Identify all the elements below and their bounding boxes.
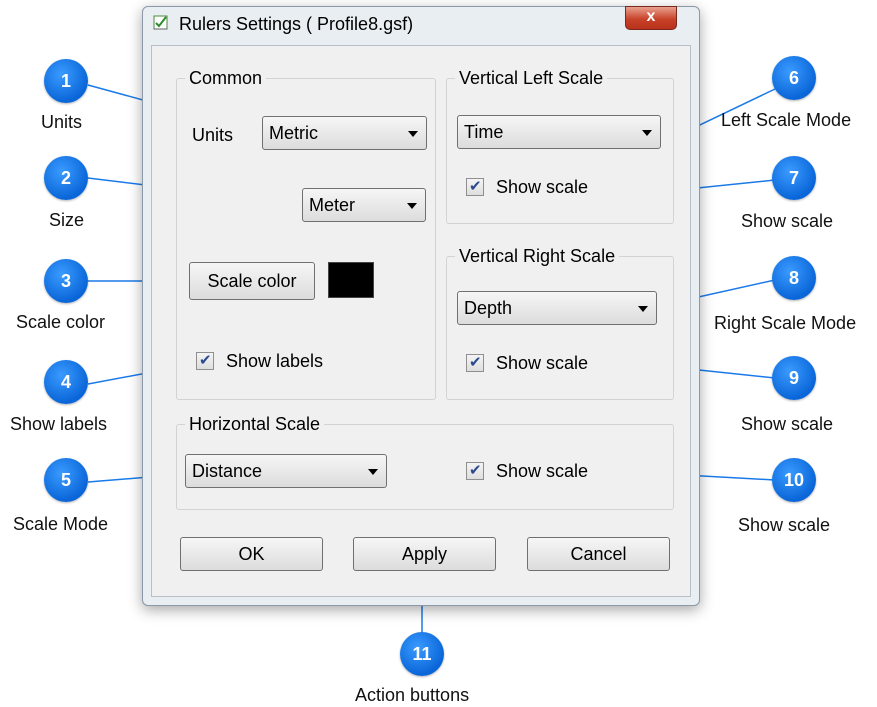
horizontal-scale-title: Horizontal Scale	[185, 414, 325, 434]
ok-button[interactable]: OK	[180, 537, 323, 571]
right-show-scale-checkbox[interactable]: ✔	[466, 354, 484, 372]
callout-caption-10: Show scale	[738, 515, 831, 535]
callout-badge-10: 10	[772, 458, 816, 502]
horizontal-scale-mode-value: Distance	[192, 461, 263, 481]
chevron-down-icon	[408, 131, 418, 137]
check-icon: ✔	[199, 352, 212, 369]
chevron-down-icon	[407, 203, 417, 209]
callout-badge-2: 2	[44, 156, 88, 200]
callout-badge-7: 7	[772, 156, 816, 200]
left-scale-mode-value: Time	[464, 122, 504, 142]
size-value: Meter	[309, 195, 356, 215]
scale-color-button[interactable]: Scale color	[189, 262, 315, 300]
chevron-down-icon	[368, 469, 378, 475]
rulers-settings-dialog: Rulers Settings ( Profile8.gsf) x Common…	[142, 6, 700, 606]
dialog-title: Rulers Settings ( Profile8.gsf)	[179, 14, 414, 34]
callout-caption-7: Show scale	[741, 211, 834, 231]
callout-caption-4: Show labels	[10, 414, 108, 434]
callout-caption-9: Show scale	[741, 414, 834, 434]
apply-button[interactable]: Apply	[353, 537, 496, 571]
dialog-client-area: Common Units Metric Meter Scale color ✔ …	[151, 45, 691, 597]
callout-caption-2: Size	[49, 210, 85, 230]
callout-badge-6: 6	[772, 56, 816, 100]
horizontal-scale-group: Horizontal Scale Distance ✔ Show scale	[176, 414, 674, 510]
show-labels-label: Show labels	[226, 351, 324, 371]
cancel-button[interactable]: Cancel	[527, 537, 670, 571]
horizontal-show-scale-label: Show scale	[496, 461, 589, 481]
callout-caption-6: Left Scale Mode	[721, 110, 852, 130]
callout-caption-1: Units	[41, 112, 83, 132]
units-label: Units	[192, 125, 234, 145]
title-bar: Rulers Settings ( Profile8.gsf) x	[143, 6, 699, 39]
chevron-down-icon	[642, 130, 652, 136]
check-icon: ✔	[469, 178, 482, 195]
vertical-right-scale-group: Vertical Right Scale Depth ✔ Show scale	[446, 246, 674, 400]
left-scale-mode-combo[interactable]: Time	[457, 115, 661, 149]
check-icon: ✔	[469, 462, 482, 479]
units-value: Metric	[269, 123, 318, 143]
left-show-scale-label: Show scale	[496, 177, 589, 197]
callout-badge-4: 4	[44, 360, 88, 404]
check-icon: ✔	[469, 354, 482, 371]
callout-badge-8: 8	[772, 256, 816, 300]
show-labels-checkbox[interactable]: ✔	[196, 352, 214, 370]
right-scale-mode-combo[interactable]: Depth	[457, 291, 657, 325]
close-button[interactable]: x	[625, 6, 677, 30]
vertical-left-scale-title: Vertical Left Scale	[455, 68, 608, 88]
right-show-scale-label: Show scale	[496, 353, 589, 373]
callout-caption-5: Scale Mode	[13, 514, 109, 534]
common-group-title: Common	[185, 68, 267, 88]
callout-badge-3: 3	[44, 259, 88, 303]
horizontal-scale-mode-combo[interactable]: Distance	[185, 454, 387, 488]
callout-caption-11: Action buttons	[355, 685, 470, 705]
callout-caption-3: Scale color	[16, 312, 106, 332]
right-scale-mode-value: Depth	[464, 298, 513, 318]
units-combo[interactable]: Metric	[262, 116, 427, 150]
size-combo[interactable]: Meter	[302, 188, 426, 222]
common-group: Common Units Metric Meter Scale color ✔ …	[176, 68, 436, 400]
vertical-left-scale-group: Vertical Left Scale Time ✔ Show scale	[446, 68, 674, 224]
scale-color-swatch[interactable]	[328, 262, 374, 298]
chevron-down-icon	[638, 306, 648, 312]
vertical-right-scale-title: Vertical Right Scale	[455, 246, 620, 266]
horizontal-show-scale-checkbox[interactable]: ✔	[466, 462, 484, 480]
callout-caption-8: Right Scale Mode	[714, 313, 857, 333]
callout-badge-11: 11	[400, 632, 444, 676]
left-show-scale-checkbox[interactable]: ✔	[466, 178, 484, 196]
ruler-settings-icon	[153, 15, 168, 30]
callout-badge-1: 1	[44, 59, 88, 103]
callout-badge-5: 5	[44, 458, 88, 502]
callout-badge-9: 9	[772, 356, 816, 400]
